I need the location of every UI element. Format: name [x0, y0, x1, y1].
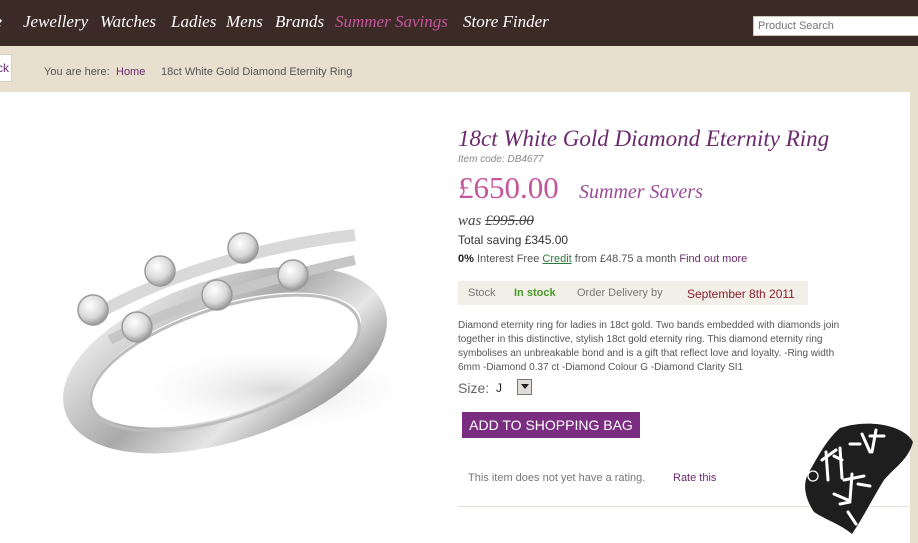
size-select[interactable]: J	[496, 381, 502, 395]
nav-item-summer-savings[interactable]: Summer Savings	[335, 12, 448, 32]
nav-item-home[interactable]: ne	[0, 12, 2, 32]
stock-label: Stock	[468, 287, 496, 299]
nav-item-mens[interactable]: Mens	[226, 12, 263, 32]
size-dropdown-button[interactable]	[517, 379, 532, 395]
size-label: Size:	[458, 380, 490, 396]
item-code: Item code: DB4677	[458, 154, 544, 165]
breadcrumb-bar: ck You are here: Home 18ct White Gold Di…	[0, 46, 918, 92]
watermark-logo	[805, 423, 913, 534]
find-out-more-link[interactable]: Find out more	[679, 253, 747, 265]
product-description: Diamond eternity ring for ladies in 18ct…	[458, 320, 840, 373]
delivery-label: Order Delivery by	[577, 287, 663, 299]
nav-item-ladies[interactable]: Ladies	[171, 12, 216, 32]
nav-item-store-finder[interactable]: Store Finder	[463, 12, 549, 32]
was-price: was £995.00	[458, 213, 534, 230]
was-label: was	[458, 213, 482, 229]
stock-box: Stock In stock Order Delivery by Septemb…	[458, 281, 808, 305]
delivery-date: September 8th 2011	[687, 287, 795, 301]
price: £650.00	[458, 170, 559, 205]
original-price: £995.00	[485, 213, 534, 229]
top-navigation: ne Jewellery Watches Ladies Mens Brands …	[0, 0, 918, 46]
credit-link[interactable]: Credit	[542, 253, 571, 265]
nav-item-brands[interactable]: Brands	[275, 12, 324, 32]
add-to-shopping-bag-button[interactable]: ADD TO SHOPPING BAG	[462, 412, 640, 438]
breadcrumb-prefix: You are here:	[44, 66, 110, 78]
breadcrumb-home-link[interactable]: Home	[116, 66, 145, 78]
product-title: 18ct White Gold Diamond Eternity Ring	[458, 126, 830, 151]
back-tab[interactable]: ck	[0, 54, 12, 82]
finance-rate: 0%	[458, 253, 474, 265]
nav-item-watches[interactable]: Watches	[100, 12, 156, 32]
finance-from-text: from £48.75 a month	[574, 253, 677, 265]
finance-interest-text: Interest Free	[476, 253, 540, 265]
product-search-input[interactable]	[753, 16, 918, 36]
rate-this-link[interactable]: Rate this	[673, 472, 716, 484]
finance-offer: 0% Interest Free Credit from £48.75 a mo…	[458, 253, 747, 265]
stock-status: In stock	[514, 287, 556, 299]
rating-text: This item does not yet have a rating.	[468, 472, 646, 484]
breadcrumb-current: 18ct White Gold Diamond Eternity Ring	[161, 66, 353, 78]
nav-item-jewellery[interactable]: Jewellery	[23, 12, 88, 32]
product-image-ring	[63, 229, 425, 454]
summer-savers-label: Summer Savers	[579, 181, 703, 203]
total-saving: Total saving £345.00	[458, 233, 569, 247]
